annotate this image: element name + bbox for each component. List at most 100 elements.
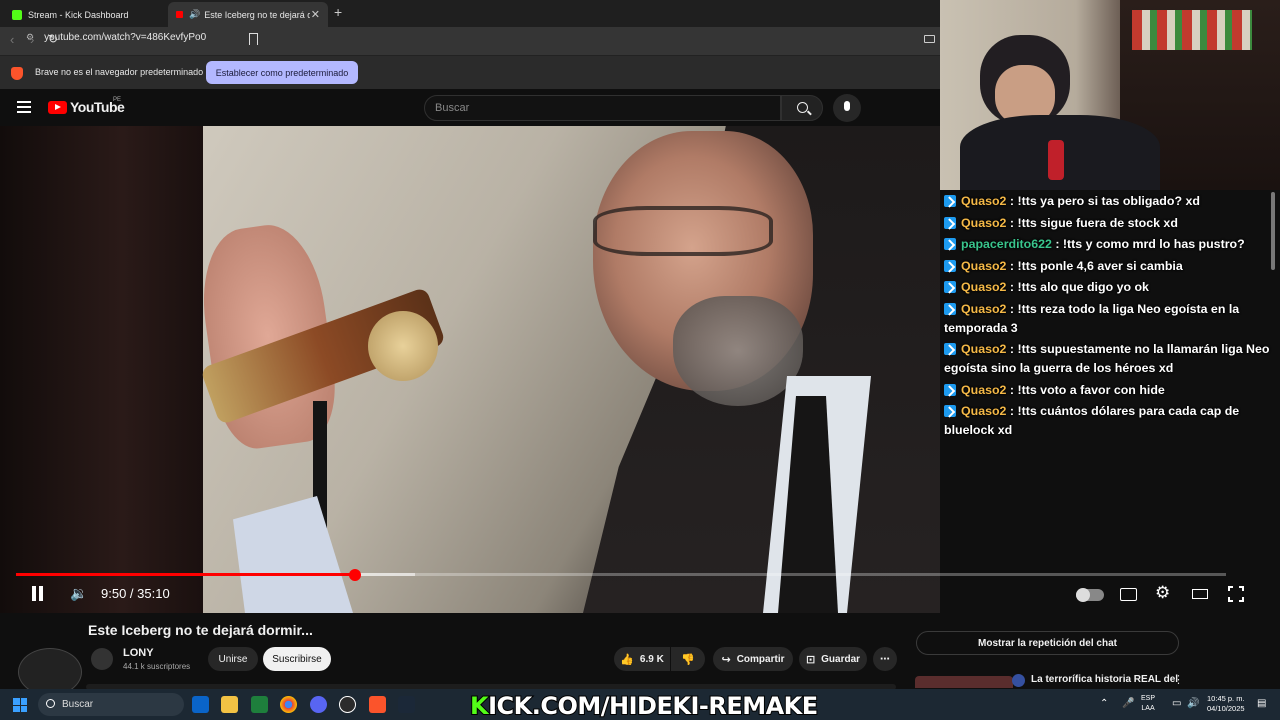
chat-username[interactable]: Quaso2 <box>961 194 1006 208</box>
join-button[interactable]: Unirse <box>208 647 258 671</box>
clock-time: 10:45 p. m. <box>1207 694 1245 703</box>
bookmark-icon[interactable] <box>249 33 258 45</box>
keyboard-layout: LAA <box>1141 705 1155 712</box>
tab-label: Stream - Kick Dashboard <box>28 9 129 20</box>
brave-icon[interactable] <box>369 696 386 713</box>
kick-badge-icon <box>944 281 956 293</box>
tab-youtube-video[interactable]: 🔊 Este Iceberg no te dejará dormir... ✕ <box>168 2 328 27</box>
channel-avatar[interactable] <box>91 648 113 670</box>
windows-start-icon[interactable] <box>13 698 27 712</box>
chat-message: Quaso2 : !tts alo que digo yo ok <box>944 278 1280 297</box>
cast-icon[interactable] <box>924 35 935 43</box>
kick-url-text: ICK.COM/HIDEKI-REMAKE <box>487 691 819 720</box>
kick-badge-icon <box>944 238 956 250</box>
save-label: Guardar <box>821 653 861 665</box>
subscribe-button[interactable]: Suscribirse <box>263 647 331 671</box>
obs-icon[interactable] <box>339 696 356 713</box>
tray-mic-icon[interactable]: 🎤 <box>1122 698 1134 709</box>
close-tab-icon[interactable]: ✕ <box>311 8 320 21</box>
new-tab-button[interactable]: + <box>334 4 342 20</box>
subscriber-count: 44.1 k suscriptores <box>123 662 191 671</box>
show-chat-replay-button[interactable]: Mostrar la repetición del chat <box>916 631 1179 655</box>
taskbar-search-input[interactable]: Buscar <box>38 693 184 716</box>
tab-label: Este Iceberg no te dejará dormir... <box>204 9 311 20</box>
chat-overlay: Quaso2 : !tts ya pero si tas obligado? x… <box>944 192 1280 443</box>
chat-scrollbar[interactable] <box>1271 192 1275 270</box>
reload-icon[interactable]: ↻ <box>48 32 58 46</box>
discord-icon[interactable] <box>310 696 327 713</box>
chat-username[interactable]: papacerdito622 <box>961 237 1052 251</box>
set-default-button[interactable]: Establecer como predeterminado <box>206 61 358 84</box>
chat-username[interactable]: Quaso2 <box>961 280 1006 294</box>
autoplay-toggle[interactable] <box>1076 588 1104 602</box>
thumbs-up-icon: 👍 <box>620 653 634 666</box>
taskbar-search-icon <box>46 699 55 708</box>
webcam-overlay <box>940 0 1280 190</box>
excel-icon[interactable] <box>251 696 268 713</box>
search-input[interactable]: Buscar <box>424 95 781 121</box>
steam-icon[interactable] <box>398 696 415 713</box>
video-player[interactable] <box>0 126 940 613</box>
url-field[interactable]: ⚙ youtube.com/watch?v=486KevfyPo0 <box>0 27 680 47</box>
recommended-menu-icon[interactable]: ⋮ <box>1173 673 1184 686</box>
video-letterbox <box>0 126 203 613</box>
kick-favicon-icon <box>12 9 22 20</box>
outlook-icon[interactable] <box>192 696 209 713</box>
chat-message: Quaso2 : !tts cuántos dólares para cada … <box>944 402 1280 440</box>
language-code: ESP <box>1141 695 1156 702</box>
chat-text: : !tts ponle 4,6 aver si cambia <box>1006 258 1183 273</box>
audio-playing-icon[interactable]: 🔊 <box>189 9 200 20</box>
share-button[interactable]: ↪ Compartir <box>713 647 793 671</box>
network-icon[interactable]: ▭ <box>1172 698 1181 709</box>
theater-mode-icon[interactable] <box>1192 589 1208 599</box>
share-label: Compartir <box>736 653 785 665</box>
kick-channel-banner: KICK.COM/HIDEKI-REMAKE <box>469 691 819 720</box>
video-title: Este Iceberg no te dejará dormir... <box>88 622 313 638</box>
kick-badge-icon <box>944 259 956 272</box>
chat-username[interactable]: Quaso2 <box>961 383 1006 397</box>
chat-username[interactable]: Quaso2 <box>961 342 1006 356</box>
recommended-channel-avatar[interactable] <box>1012 674 1025 687</box>
url-text: youtube.com/watch?v=486KevfyPo0 <box>44 31 207 43</box>
chat-username[interactable]: Quaso2 <box>961 259 1006 273</box>
chat-username[interactable]: Quaso2 <box>961 404 1006 418</box>
fullscreen-icon[interactable] <box>1228 586 1244 602</box>
chat-username[interactable]: Quaso2 <box>961 302 1006 316</box>
dislike-button[interactable]: 👎 <box>671 647 705 671</box>
volume-icon[interactable]: 🔉 <box>70 585 87 602</box>
channel-name[interactable]: LONY <box>123 647 154 659</box>
like-button[interactable]: 👍 6.9 K <box>614 647 670 671</box>
forward-icon[interactable]: › <box>30 32 34 47</box>
language-indicator[interactable]: ESP LAA <box>1141 694 1155 714</box>
pause-button[interactable] <box>32 586 43 601</box>
country-code: PE <box>113 97 122 103</box>
recommended-thumbnail[interactable] <box>915 676 1013 688</box>
chat-text: : !tts alo que digo yo ok <box>1006 280 1149 294</box>
kick-badge-icon <box>944 302 956 315</box>
menu-icon[interactable] <box>17 101 31 113</box>
chat-message: Quaso2 : !tts ponle 4,6 aver si cambia <box>944 257 1280 276</box>
save-button[interactable]: ⊡ Guardar <box>799 647 867 671</box>
voice-search-button[interactable] <box>833 94 861 122</box>
chat-username[interactable]: Quaso2 <box>961 216 1006 230</box>
subtitles-icon[interactable] <box>1120 588 1137 601</box>
tab-kick-dashboard[interactable]: Stream - Kick Dashboard <box>4 2 164 27</box>
time-display: 9:50 / 35:10 <box>101 586 170 601</box>
chrome-icon[interactable] <box>280 696 297 713</box>
chat-message: Quaso2 : !tts supuestamente no la llamar… <box>944 340 1280 378</box>
back-icon[interactable]: ‹ <box>10 32 14 47</box>
search-button[interactable] <box>781 95 823 121</box>
more-actions-button[interactable]: ⋯ <box>873 647 897 671</box>
speaker-icon[interactable]: 🔊 <box>1187 698 1199 709</box>
share-icon: ↪ <box>721 653 731 666</box>
recommended-title[interactable]: La terrorífica historia REAL del <box>1031 674 1178 685</box>
chat-message: Quaso2 : !tts sigue fuera de stock xd <box>944 214 1280 233</box>
chat-text: : !tts y como mrd lo has pustro? <box>1051 237 1245 251</box>
scrubber-handle[interactable] <box>348 569 361 581</box>
file-explorer-icon[interactable] <box>221 696 238 713</box>
settings-gear-icon[interactable]: ⚙ <box>1155 583 1170 603</box>
taskbar-clock[interactable]: 10:45 p. m. 04/10/2025 <box>1207 694 1245 714</box>
pause-icon <box>32 586 36 601</box>
tray-chevron-icon[interactable]: ⌃ <box>1100 698 1108 709</box>
notifications-icon[interactable]: ▤ <box>1257 698 1266 709</box>
